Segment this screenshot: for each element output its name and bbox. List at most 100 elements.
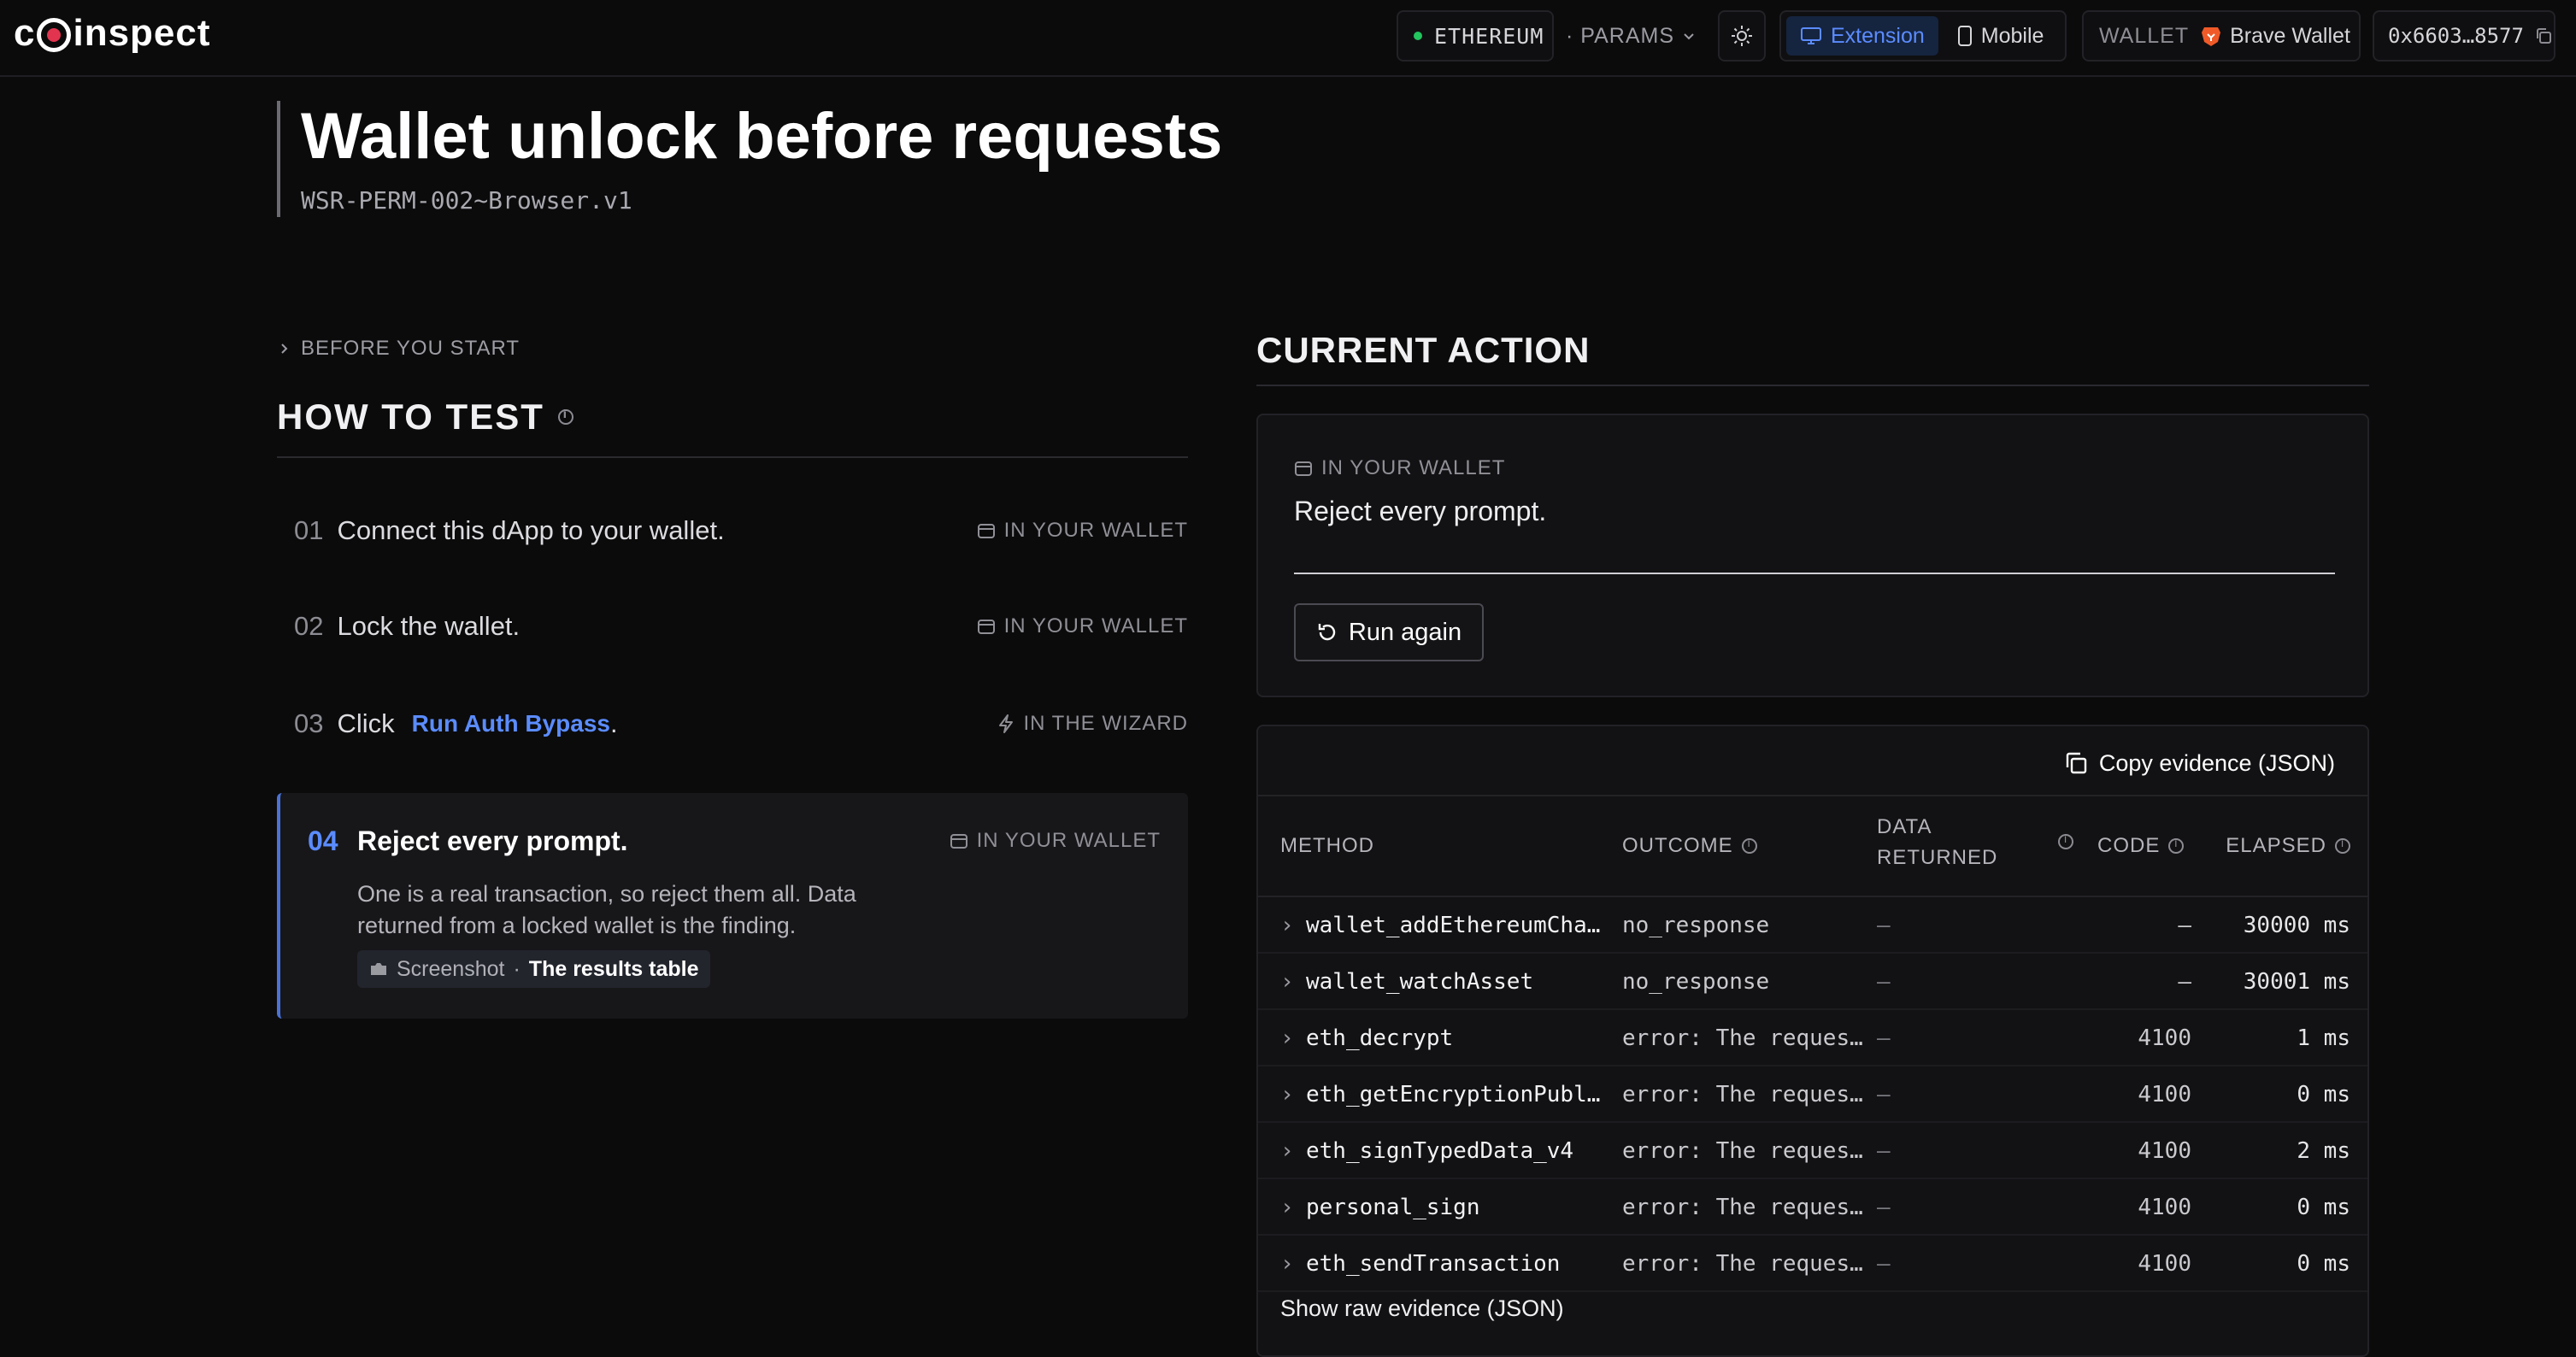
row-elapsed: 30000 ms xyxy=(2243,913,2350,938)
network-selector[interactable]: ETHEREUM xyxy=(1397,10,1554,62)
step-text: Reject every prompt. xyxy=(357,825,628,856)
copy-icon[interactable] xyxy=(2534,26,2553,45)
wallet-selector[interactable]: WALLET Brave Wallet xyxy=(2082,10,2361,62)
wallet-icon xyxy=(1295,461,1312,476)
info-icon[interactable] xyxy=(2058,833,2073,849)
expand-chevron-icon[interactable]: › xyxy=(1280,1025,1294,1051)
row-data: — xyxy=(1877,1251,1891,1277)
expand-chevron-icon[interactable]: › xyxy=(1280,1138,1294,1164)
expand-chevron-icon[interactable]: › xyxy=(1280,1195,1294,1220)
row-outcome: no_response xyxy=(1622,913,1770,938)
network-label: ETHEREUM xyxy=(1434,23,1544,49)
row-data: — xyxy=(1877,1025,1891,1051)
info-icon[interactable] xyxy=(1741,837,1757,854)
row-outcome: error: The reques… xyxy=(1622,1138,1863,1164)
column-data-label-2: RETURNED xyxy=(1877,846,1998,869)
row-elapsed: 1 ms xyxy=(2297,1025,2350,1051)
table-row[interactable]: › eth_getEncryptionPubl… error: The requ… xyxy=(1258,1066,2367,1123)
column-outcome-label: OUTCOME xyxy=(1622,834,1733,857)
column-elapsed-label: ELAPSED xyxy=(2226,834,2326,857)
column-data-label-1: DATA xyxy=(1877,815,1932,838)
action-divider xyxy=(1294,573,2335,574)
column-outcome[interactable]: OUTCOME xyxy=(1622,834,1757,858)
step-number: 01 xyxy=(294,515,324,545)
column-data-returned[interactable]: DATA RETURNED xyxy=(1877,815,1997,870)
table-row[interactable]: › eth_signTypedData_v4 error: The reques… xyxy=(1258,1123,2367,1179)
wallet-icon xyxy=(977,524,995,538)
params-label: · PARAMS xyxy=(1566,23,1674,48)
chevron-down-icon xyxy=(1684,33,1694,40)
action-prompt: Reject every prompt. xyxy=(1294,496,1547,526)
before-you-start-label: BEFORE YOU START xyxy=(301,337,520,360)
step-text: Click xyxy=(337,708,395,738)
step-location-label: IN YOUR WALLET xyxy=(1003,519,1188,542)
row-data: — xyxy=(1877,913,1891,938)
row-data: — xyxy=(1877,969,1891,995)
coinspect-logo[interactable]: c inspect xyxy=(14,12,211,55)
wallet-icon xyxy=(977,620,995,634)
camera-icon xyxy=(371,963,386,975)
info-icon[interactable] xyxy=(557,408,573,425)
step-location-tag: IN YOUR WALLET xyxy=(950,829,1161,853)
copy-evidence-button[interactable]: Copy evidence (JSON) xyxy=(2063,742,2335,784)
info-icon[interactable] xyxy=(2168,837,2185,854)
column-code-label: CODE xyxy=(2097,834,2161,857)
chip-separator: · xyxy=(513,956,520,981)
step-number: 03 xyxy=(294,708,324,738)
mode-extension-tab[interactable]: Extension xyxy=(1786,16,1938,56)
column-method-label: METHOD xyxy=(1280,834,1374,857)
row-code: 4100 xyxy=(2138,1195,2191,1220)
phone-icon xyxy=(1957,26,1972,46)
step-location-label: IN YOUR WALLET xyxy=(1003,614,1188,637)
expand-chevron-icon[interactable]: › xyxy=(1280,969,1294,995)
expand-chevron-icon[interactable]: › xyxy=(1280,913,1294,938)
account-address: 0x6603…8577 xyxy=(2388,24,2524,48)
row-outcome: error: The reques… xyxy=(1622,1251,1863,1277)
row-method: wallet_addEthereumCha… xyxy=(1306,913,1601,938)
page-title: Wallet unlock before requests xyxy=(301,100,1223,173)
mode-extension-label: Extension xyxy=(1831,23,1925,48)
chip-value: The results table xyxy=(528,956,699,981)
row-method: wallet_watchAsset xyxy=(1306,969,1534,995)
step-text: Lock the wallet. xyxy=(337,611,520,641)
divider xyxy=(277,456,1188,458)
theme-toggle-button[interactable] xyxy=(1718,10,1766,62)
table-row[interactable]: › eth_decrypt error: The reques… — 4100 … xyxy=(1258,1010,2367,1066)
current-action-heading: CURRENT ACTION xyxy=(1256,330,1591,370)
row-code: 4100 xyxy=(2138,1025,2191,1051)
before-you-start-toggle[interactable]: BEFORE YOU START xyxy=(279,337,520,361)
row-elapsed: 0 ms xyxy=(2297,1195,2350,1220)
mode-mobile-tab[interactable]: Mobile xyxy=(1944,16,2058,56)
table-row[interactable]: › wallet_addEthereumCha… no_response — —… xyxy=(1258,897,2367,954)
info-icon[interactable] xyxy=(2335,837,2350,854)
status-dot-icon xyxy=(1414,32,1422,40)
row-elapsed: 2 ms xyxy=(2297,1138,2350,1164)
current-action-panel: IN YOUR WALLET Reject every prompt. Run … xyxy=(1256,414,2369,697)
run-again-button[interactable]: Run again xyxy=(1294,603,1484,661)
column-elapsed[interactable]: ELAPSED xyxy=(2226,834,2350,858)
show-raw-evidence-link[interactable]: Show raw evidence (JSON) xyxy=(1280,1295,1564,1322)
column-code[interactable]: CODE xyxy=(2097,834,2185,858)
account-button[interactable]: 0x6603…8577 xyxy=(2373,10,2555,62)
run-auth-bypass-link[interactable]: Run Auth Bypass xyxy=(412,710,610,737)
row-method: eth_getEncryptionPubl… xyxy=(1306,1082,1601,1107)
row-method: personal_sign xyxy=(1306,1195,1480,1220)
table-row[interactable]: › wallet_watchAsset no_response — — 3000… xyxy=(1258,954,2367,1010)
screenshot-chip: Screenshot · The results table xyxy=(357,950,711,988)
step-number: 02 xyxy=(294,611,324,641)
row-code: 4100 xyxy=(2138,1082,2191,1107)
row-code: 4100 xyxy=(2138,1138,2191,1164)
sun-icon xyxy=(1732,26,1752,46)
column-method[interactable]: METHOD xyxy=(1280,834,1374,858)
table-row[interactable]: › eth_sendTransaction error: The reques…… xyxy=(1258,1236,2367,1292)
step-description: One is a real transaction, so reject the… xyxy=(357,881,856,938)
copy-icon xyxy=(2066,752,2087,774)
table-row[interactable]: › personal_sign error: The reques… — 410… xyxy=(1258,1179,2367,1236)
action-location-label: IN YOUR WALLET xyxy=(1321,456,1506,479)
row-outcome: no_response xyxy=(1622,969,1770,995)
step-location-tag: IN YOUR WALLET xyxy=(977,519,1188,543)
expand-chevron-icon[interactable]: › xyxy=(1280,1082,1294,1107)
params-dropdown[interactable]: · PARAMS xyxy=(1566,10,1697,62)
row-outcome: error: The reques… xyxy=(1622,1082,1863,1107)
expand-chevron-icon[interactable]: › xyxy=(1280,1251,1294,1277)
